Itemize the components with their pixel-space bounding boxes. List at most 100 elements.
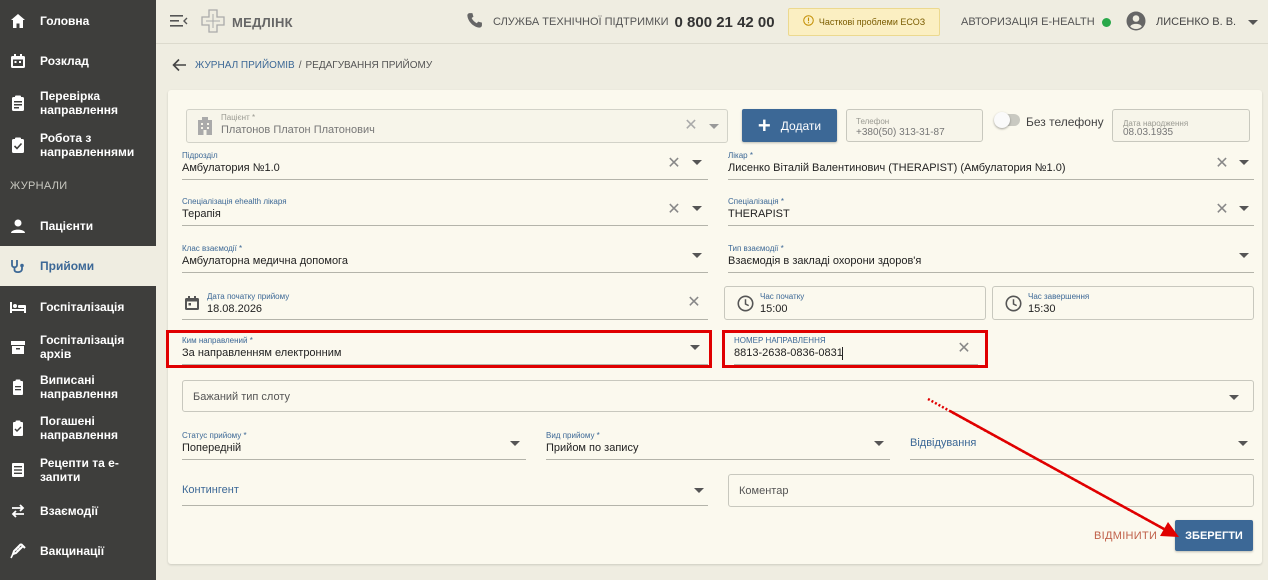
attendance-placeholder: Відвідування (910, 437, 977, 449)
sidebar-item-label: Робота з направленнями (40, 131, 135, 159)
specialization-label: Спеціалізація * (728, 197, 784, 206)
person-icon (9, 217, 27, 235)
appointment-status-select[interactable]: Статус прийому * Попередній (182, 430, 526, 460)
sidebar-item-label: Погашені направлення (40, 414, 119, 442)
visit-kind-select[interactable]: Вид прийому * Прийом по запису (546, 430, 890, 460)
menu-toggle-button[interactable] (170, 0, 188, 44)
no-phone-toggle[interactable] (994, 112, 1020, 128)
eshealth-warning-badge[interactable]: Часткові проблеми ЕСОЗ (788, 8, 940, 36)
sidebar-item-hospitalization-archive[interactable]: Госпіталізація архів (0, 332, 156, 362)
ehealth-specialization-select[interactable]: Спеціалізація ehealth лікаря Терапія ✕ (182, 196, 708, 226)
clock-icon (737, 295, 754, 315)
birth-date-field[interactable]: Дата народження 08.03.1935 (1112, 109, 1250, 142)
comment-placeholder: Коментар (739, 485, 789, 497)
sidebar-item-patients[interactable]: Пацієнти (0, 211, 156, 241)
chevron-down-icon[interactable] (1238, 441, 1248, 446)
department-select[interactable]: Підрозділ Амбулатория №1.0 ✕ (182, 150, 708, 180)
chevron-down-icon[interactable] (692, 160, 702, 165)
sidebar-item-home[interactable]: Головна (0, 6, 156, 36)
attendance-select[interactable]: Відвідування (910, 430, 1254, 460)
chevron-down-icon[interactable] (694, 488, 704, 493)
start-time-field[interactable]: Час початку 15:00 (724, 286, 986, 320)
chevron-down-icon[interactable] (874, 441, 884, 446)
start-date-field[interactable]: Дата початку прийому 18.08.2026 ✕ (182, 288, 708, 320)
appointment-edit-form: Пацієнт * Платонов Платон Платонович ✕ +… (166, 90, 1262, 564)
patient-field[interactable]: Пацієнт * Платонов Платон Платонович ✕ (186, 109, 728, 143)
clear-icon[interactable]: ✕ (666, 202, 682, 218)
no-phone-label: Без телефону (1026, 115, 1104, 129)
ehealth-auth-status[interactable]: АВТОРИЗАЦІЯ E-HEALTH (961, 0, 1111, 44)
sidebar-item-vaccinations[interactable]: Вакцинації (0, 536, 156, 566)
status-label: Статус прийому * (182, 431, 247, 440)
clear-icon[interactable]: ✕ (683, 118, 699, 134)
sidebar-item-prescriptions[interactable]: Рецепти та е-запити (0, 453, 156, 487)
sidebar-item-label: Взаємодії (40, 504, 98, 518)
chevron-down-icon[interactable] (692, 253, 702, 258)
sidebar-item-referral-check[interactable]: Перевірка направлення (0, 86, 156, 120)
chevron-down-icon[interactable] (1239, 253, 1249, 258)
chevron-down-icon (1229, 395, 1239, 400)
topbar: МЕДЛІНК СЛУЖБА ТЕХНІЧНОЇ ПІДТРИМКИ 0 800… (156, 0, 1268, 44)
medical-cross-logo-icon (200, 8, 226, 37)
interaction-class-select[interactable]: Клас взаємодії * Амбулаторна медична доп… (182, 243, 708, 273)
user-menu[interactable]: ЛИСЕНКО В. В. (1126, 0, 1259, 44)
bed-icon (9, 298, 27, 316)
contingent-select[interactable]: Контингент (182, 476, 708, 506)
end-time-value: 15:30 (1028, 303, 1056, 315)
specialization-value: THERAPIST (728, 208, 790, 220)
doctor-value: Лисенко Віталій Валентинович (THERAPIST)… (728, 162, 1066, 174)
cancel-button[interactable]: ВІДМІНИТИ (1094, 530, 1157, 542)
specialization-select[interactable]: Спеціалізація * THERAPIST ✕ (728, 196, 1254, 226)
visit-kind-label: Вид прийому * (546, 431, 600, 440)
clear-icon[interactable]: ✕ (1214, 156, 1230, 172)
sidebar-item-issued-referrals[interactable]: Виписані направлення (0, 370, 156, 404)
ehealth-specialization-label: Спеціалізація ehealth лікаря (182, 197, 287, 206)
doctor-select[interactable]: Лікар * Лисенко Віталій Валентинович (TH… (728, 150, 1254, 180)
calendar-icon (184, 295, 200, 314)
phone-field[interactable]: Телефон +380(50) 313-31-87 (846, 109, 983, 142)
phone-icon (466, 12, 483, 32)
sidebar-item-label: Виписані направлення (40, 373, 119, 401)
patient-value: Платонов Платон Платонович (221, 124, 375, 136)
chevron-down-icon[interactable] (709, 124, 719, 129)
sidebar-item-appointments[interactable]: Прийоми (0, 246, 156, 286)
phone-value: +380(50) 313-31-87 (856, 127, 945, 138)
birth-date-value: 08.03.1935 (1123, 127, 1174, 138)
clear-icon[interactable]: ✕ (1214, 202, 1230, 218)
interaction-type-select[interactable]: Тип взаємодії * Взаємодія в закладі охор… (728, 243, 1254, 273)
save-button[interactable]: ЗБЕРЕГТИ (1175, 520, 1253, 551)
sidebar-item-referral-work[interactable]: Робота з направленнями (0, 128, 156, 162)
chevron-down-icon[interactable] (510, 441, 520, 446)
comment-field[interactable]: Коментар (728, 474, 1254, 507)
clear-icon[interactable]: ✕ (686, 295, 702, 311)
contingent-placeholder: Контингент (182, 484, 239, 496)
breadcrumb-parent-link[interactable]: ЖУРНАЛ ПРИЙОМІВ (195, 60, 295, 71)
plus-icon: + (757, 112, 771, 138)
chevron-down-icon (1248, 19, 1259, 25)
sidebar-item-label: Розклад (40, 54, 89, 68)
chevron-down-icon[interactable] (692, 206, 702, 211)
breadcrumb-separator: / (298, 59, 302, 71)
end-time-field[interactable]: Час завершення 15:30 (992, 286, 1254, 320)
end-time-label: Час завершення (1028, 292, 1090, 301)
sidebar-item-label: Прийоми (40, 259, 95, 273)
slot-type-select[interactable]: Бажаний тип слоту (182, 380, 1254, 412)
department-value: Амбулатория №1.0 (182, 162, 280, 174)
chevron-down-icon[interactable] (1239, 160, 1249, 165)
sidebar-item-label: Головна (40, 14, 90, 28)
warning-text: Часткові проблеми ЕСОЗ (818, 17, 926, 27)
syringe-icon (9, 542, 27, 560)
add-patient-button[interactable]: + Додати (742, 109, 837, 142)
chevron-down-icon[interactable] (1239, 206, 1249, 211)
clear-icon[interactable]: ✕ (666, 156, 682, 172)
sidebar-item-hospitalization[interactable]: Госпіталізація (0, 292, 156, 322)
interaction-class-label: Клас взаємодії * (182, 244, 243, 253)
sidebar-item-redeemed-referrals[interactable]: Погашені направлення (0, 411, 156, 445)
sidebar-item-interactions[interactable]: Взаємодії (0, 496, 156, 526)
add-button-label: Додати (780, 118, 822, 133)
archive-icon (9, 338, 27, 356)
visit-kind-value: Прийом по запису (546, 442, 639, 454)
back-arrow-icon[interactable] (172, 58, 187, 72)
sidebar-item-schedule[interactable]: Розклад (0, 46, 156, 76)
status-value: Попередній (182, 442, 242, 454)
